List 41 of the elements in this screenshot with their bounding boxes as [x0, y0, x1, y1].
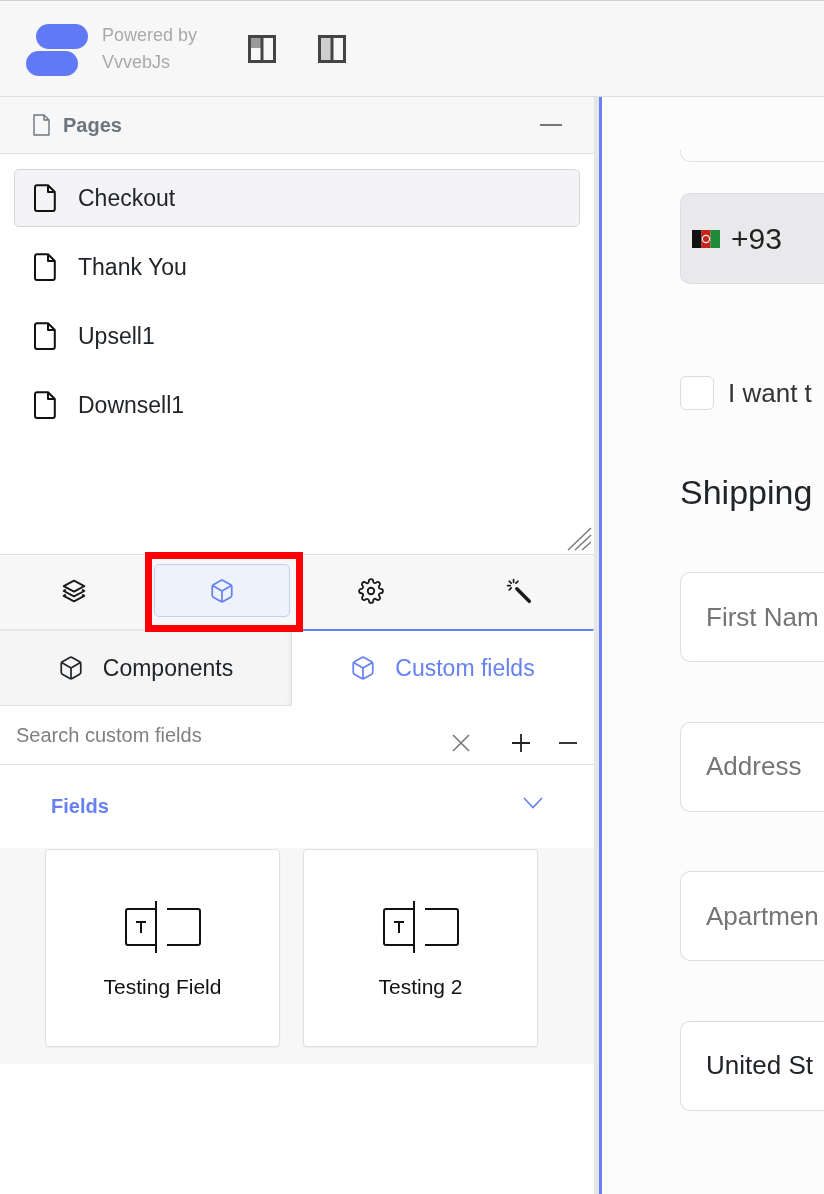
chevron-down-icon[interactable] — [523, 796, 543, 809]
section-title[interactable]: Fields — [51, 795, 109, 818]
file-icon — [34, 184, 56, 212]
cube-icon — [57, 655, 84, 681]
file-icon — [33, 114, 50, 136]
field-card[interactable]: Testing Field — [45, 849, 280, 1047]
page-item[interactable]: Thank You — [14, 238, 580, 296]
section-heading: Shipping — [680, 472, 814, 512]
page-item[interactable]: Upsell1 — [14, 307, 580, 365]
panel-layout-icon[interactable] — [248, 34, 276, 63]
page-item[interactable]: Checkout — [14, 169, 580, 227]
logo-icon[interactable] — [26, 23, 88, 76]
select-field[interactable]: United St — [680, 1020, 824, 1111]
flag-icon — [692, 229, 720, 248]
split-layout-icon[interactable] — [318, 34, 346, 63]
panel-tab[interactable]: Components — [0, 629, 292, 706]
settings-icon — [357, 577, 384, 604]
file-icon — [34, 391, 56, 419]
text-field-icon — [124, 900, 201, 954]
brand-text: Powered by VvvebJs — [102, 23, 199, 74]
country-code-select[interactable]: +93 — [680, 193, 824, 284]
input-field[interactable]: First Nam — [680, 572, 824, 662]
input-field[interactable]: Apartmen — [680, 871, 824, 961]
page-item[interactable]: Downsell1 — [14, 376, 580, 434]
layers-icon — [60, 577, 87, 604]
file-icon — [34, 253, 56, 281]
input-field[interactable] — [680, 150, 824, 162]
magic-wand-icon — [506, 577, 532, 604]
field-card[interactable]: Testing 2 — [303, 849, 538, 1047]
text-field-icon — [382, 900, 459, 954]
resize-grip-icon[interactable] — [566, 527, 592, 551]
cube-icon — [209, 577, 235, 604]
checkbox-label: I want t — [728, 377, 812, 409]
input-field[interactable]: Address — [680, 721, 824, 812]
pages-title: Pages — [63, 113, 122, 137]
checkbox[interactable] — [680, 376, 714, 410]
close-icon[interactable] — [452, 734, 470, 752]
plus-icon[interactable] — [512, 734, 530, 752]
cube-icon — [350, 655, 377, 681]
search-field[interactable]: Search custom fields — [0, 706, 444, 764]
file-icon — [34, 322, 56, 350]
